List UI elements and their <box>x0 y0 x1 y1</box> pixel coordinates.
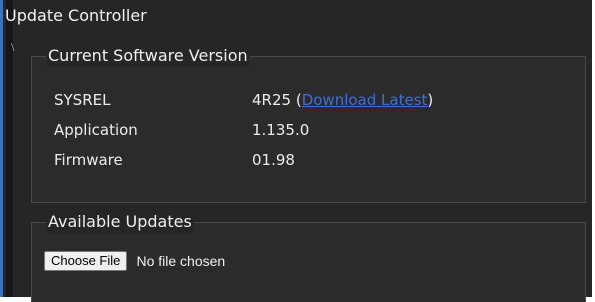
file-status-text: No file chosen <box>136 252 226 269</box>
download-latest-link[interactable]: Download Latest <box>302 91 428 109</box>
current-version-panel: Current Software Version SYSREL 4R25 (Do… <box>31 45 586 203</box>
sysrel-paren-close: ) <box>427 91 434 109</box>
update-controller-window: Update Controller \ Current Software Ver… <box>0 0 592 302</box>
firmware-value: 01.98 <box>252 151 295 169</box>
application-value: 1.135.0 <box>252 121 310 139</box>
window-title: Update Controller <box>5 6 147 25</box>
current-version-legend: Current Software Version <box>46 45 250 67</box>
firmware-label: Firmware <box>54 151 123 169</box>
sysrel-value: 4R25 <box>252 91 292 109</box>
sysrel-value-group: 4R25 (Download Latest) <box>252 89 433 111</box>
edge-mark: \ <box>11 42 15 53</box>
choose-file-button[interactable]: Choose File <box>44 250 128 271</box>
application-label: Application <box>54 121 138 139</box>
file-input[interactable]: Choose File No file chosen <box>44 250 225 272</box>
available-updates-legend: Available Updates <box>46 211 194 233</box>
sysrel-label: SYSREL <box>54 91 111 109</box>
available-updates-panel: Available Updates Choose File No file ch… <box>31 211 586 302</box>
